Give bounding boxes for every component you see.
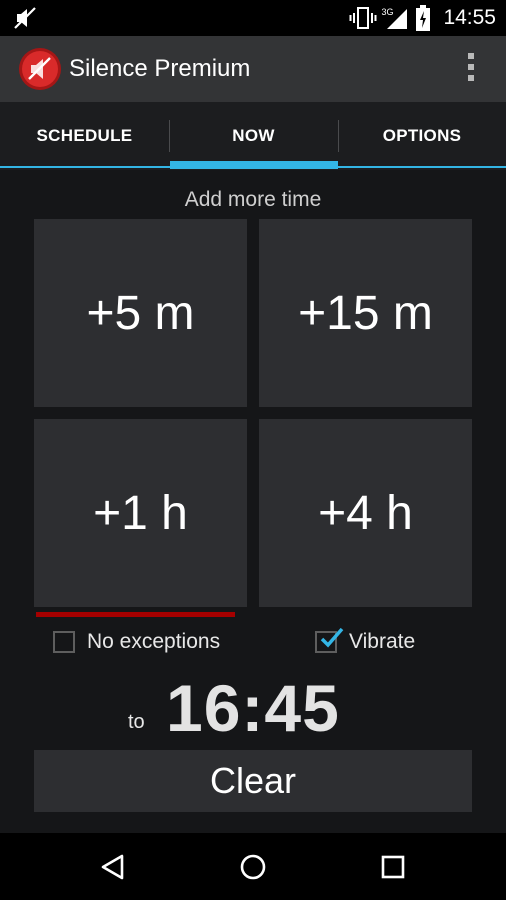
status-icons: 3G 14:55 [349, 0, 496, 36]
no-exceptions-option[interactable]: No exceptions [53, 629, 220, 655]
to-label: to [128, 711, 145, 733]
add-5-min-button[interactable]: +5 m [34, 219, 247, 407]
add-15-min-button[interactable]: +15 m [259, 219, 472, 407]
tab-schedule[interactable]: SCHEDULE [0, 102, 169, 170]
vibrate-label: Vibrate [349, 630, 416, 653]
clear-button[interactable]: Clear [34, 750, 472, 812]
vibrate-checkbox[interactable] [315, 627, 344, 653]
tab-now[interactable]: NOW [169, 102, 338, 170]
app-title: Silence Premium [69, 55, 251, 82]
status-bar: 3G 14:55 [0, 0, 506, 36]
mute-icon [14, 7, 36, 29]
navigation-bar [0, 833, 506, 900]
add-4-hour-button[interactable]: +4 h [259, 419, 472, 607]
vibrate-icon [349, 7, 377, 29]
battery-icon [416, 5, 431, 31]
status-time: 14:55 [443, 6, 496, 29]
no-exceptions-checkbox[interactable] [53, 631, 75, 653]
back-icon[interactable] [93, 847, 133, 887]
add-1-hour-button[interactable]: +1 h [34, 419, 247, 607]
no-exceptions-label: No exceptions [87, 630, 221, 653]
section-label: Add more time [184, 188, 322, 211]
overflow-menu-icon[interactable] [466, 53, 476, 85]
app-bar: Silence Premium [0, 36, 506, 102]
checkmark-icon [320, 627, 344, 648]
progress-bar [36, 612, 235, 617]
tab-bar: SCHEDULE NOW OPTIONS [0, 102, 506, 170]
tab-selected-indicator [170, 161, 338, 169]
app-mute-icon [19, 48, 61, 90]
end-time: 16:45 [166, 671, 340, 745]
tab-options[interactable]: OPTIONS [338, 102, 506, 170]
recents-icon[interactable] [373, 847, 413, 887]
home-icon[interactable] [233, 847, 273, 887]
vibrate-option[interactable]: Vibrate [315, 627, 416, 655]
main-panel: Add more time +5 m +15 m +1 h +4 h No ex… [0, 170, 506, 833]
signal-icon: 3G [381, 5, 409, 31]
